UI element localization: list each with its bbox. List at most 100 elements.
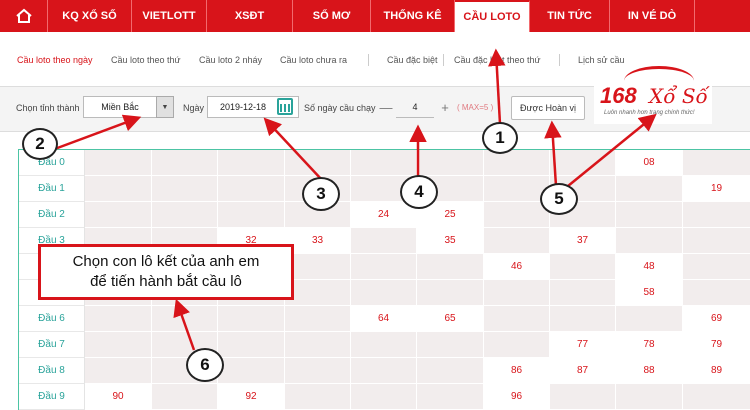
subnav-cau-loto-theo-ngay[interactable]: Cầu loto theo ngày (17, 55, 93, 65)
home-button[interactable] (0, 0, 48, 32)
grid-cell[interactable] (285, 332, 351, 358)
grid-cell[interactable] (616, 228, 683, 254)
nav-vietlott[interactable]: VIETLOTT (132, 0, 207, 32)
subnav-cau-loto-chua-ra[interactable]: Cầu loto chưa ra (280, 55, 347, 65)
grid-cell[interactable] (683, 384, 750, 410)
grid-cell[interactable] (550, 306, 616, 332)
subnav-lich-su-cau[interactable]: Lịch sử cầu (578, 55, 625, 65)
grid-cell[interactable]: 64 (351, 306, 417, 332)
grid-cell[interactable]: 69 (683, 306, 750, 332)
grid-cell[interactable] (550, 384, 616, 410)
nav-tin-tuc[interactable]: TIN TỨC (530, 0, 610, 32)
grid-cell[interactable] (85, 150, 152, 176)
grid-cell[interactable]: 78 (616, 332, 683, 358)
grid-cell[interactable]: 37 (550, 228, 616, 254)
nav-thong-ke[interactable]: THỐNG KÊ (371, 0, 455, 32)
grid-cell[interactable]: 08 (616, 150, 683, 176)
grid-cell[interactable] (484, 306, 550, 332)
grid-cell[interactable] (683, 150, 750, 176)
grid-cell[interactable]: 90 (85, 384, 152, 410)
grid-cell[interactable] (85, 358, 152, 384)
grid-cell[interactable] (85, 332, 152, 358)
grid-cell[interactable]: 46 (484, 254, 550, 280)
subnav-cau-dac-biet[interactable]: Cầu đặc biệt (387, 55, 438, 65)
subnav-cau-loto-2-nhay[interactable]: Cầu loto 2 nháy (199, 55, 262, 65)
grid-cell[interactable] (218, 332, 285, 358)
grid-cell[interactable]: 65 (417, 306, 484, 332)
nav-kq-xo-so[interactable]: KQ XỔ SỐ (48, 0, 132, 32)
grid-cell[interactable]: 35 (417, 228, 484, 254)
grid-cell[interactable] (417, 150, 484, 176)
grid-cell[interactable] (152, 150, 218, 176)
nav-so-mo[interactable]: SỔ MƠ (293, 0, 371, 32)
grid-cell[interactable] (85, 306, 152, 332)
grid-cell[interactable] (417, 332, 484, 358)
grid-cell[interactable] (351, 254, 417, 280)
grid-cell[interactable] (152, 384, 218, 410)
grid-cell[interactable] (616, 306, 683, 332)
grid-cell[interactable] (550, 150, 616, 176)
grid-cell[interactable]: 86 (484, 358, 550, 384)
province-dropdown-button[interactable]: ▼ (156, 96, 174, 118)
grid-cell[interactable] (85, 202, 152, 228)
grid-cell[interactable]: 92 (218, 384, 285, 410)
days-input[interactable]: 4 (396, 96, 434, 118)
nav-xsdt[interactable]: XSĐT (207, 0, 293, 32)
subnav-cau-loto-theo-thu[interactable]: Cầu loto theo thứ (111, 55, 181, 65)
grid-cell[interactable] (683, 228, 750, 254)
grid-cell[interactable] (351, 332, 417, 358)
grid-cell[interactable] (351, 150, 417, 176)
grid-cell[interactable] (484, 150, 550, 176)
grid-cell[interactable] (152, 306, 218, 332)
grid-cell[interactable] (550, 280, 616, 306)
grid-cell[interactable]: 48 (616, 254, 683, 280)
grid-cell[interactable] (616, 202, 683, 228)
duoc-hoan-vi-button[interactable]: Được Hoàn vị (511, 96, 585, 120)
grid-cell[interactable] (683, 280, 750, 306)
calendar-icon[interactable] (277, 98, 293, 115)
grid-cell[interactable] (351, 384, 417, 410)
grid-cell[interactable] (285, 384, 351, 410)
grid-cell[interactable] (85, 176, 152, 202)
grid-cell[interactable] (484, 280, 550, 306)
grid-cell[interactable] (218, 150, 285, 176)
grid-cell[interactable] (417, 254, 484, 280)
grid-cell[interactable]: 77 (550, 332, 616, 358)
days-increment-button[interactable]: + (438, 98, 452, 116)
grid-cell[interactable] (417, 358, 484, 384)
grid-cell[interactable] (285, 358, 351, 384)
grid-cell[interactable] (484, 228, 550, 254)
grid-cell[interactable]: 33 (285, 228, 351, 254)
grid-cell[interactable] (152, 176, 218, 202)
grid-cell[interactable] (484, 332, 550, 358)
grid-cell[interactable] (152, 202, 218, 228)
grid-cell[interactable]: 87 (550, 358, 616, 384)
days-decrement-button[interactable]: — (379, 98, 393, 116)
grid-cell[interactable] (484, 202, 550, 228)
grid-cell[interactable] (218, 306, 285, 332)
grid-cell[interactable] (550, 254, 616, 280)
grid-cell[interactable] (218, 358, 285, 384)
grid-cell[interactable]: 79 (683, 332, 750, 358)
grid-cell[interactable] (683, 254, 750, 280)
nav-in-ve-do[interactable]: IN VÉ DÒ (610, 0, 695, 32)
grid-cell[interactable] (285, 306, 351, 332)
grid-cell[interactable] (285, 254, 351, 280)
grid-cell[interactable] (351, 358, 417, 384)
grid-cell[interactable] (285, 150, 351, 176)
grid-cell[interactable]: 96 (484, 384, 550, 410)
grid-cell[interactable]: 89 (683, 358, 750, 384)
grid-cell[interactable] (417, 384, 484, 410)
province-select[interactable]: Miền Bắc (83, 96, 157, 118)
grid-cell[interactable] (616, 176, 683, 202)
nav-cau-loto[interactable]: CẦU LOTO (455, 0, 530, 32)
grid-cell[interactable] (683, 202, 750, 228)
grid-cell[interactable] (351, 228, 417, 254)
subnav-cau-dac-biet-theo-thu[interactable]: Cầu đặc biệt theo thứ (454, 55, 541, 65)
grid-cell[interactable]: 19 (683, 176, 750, 202)
grid-cell[interactable]: 58 (616, 280, 683, 306)
grid-cell[interactable] (616, 384, 683, 410)
grid-cell[interactable] (417, 280, 484, 306)
grid-cell[interactable] (218, 176, 285, 202)
grid-cell[interactable]: 88 (616, 358, 683, 384)
